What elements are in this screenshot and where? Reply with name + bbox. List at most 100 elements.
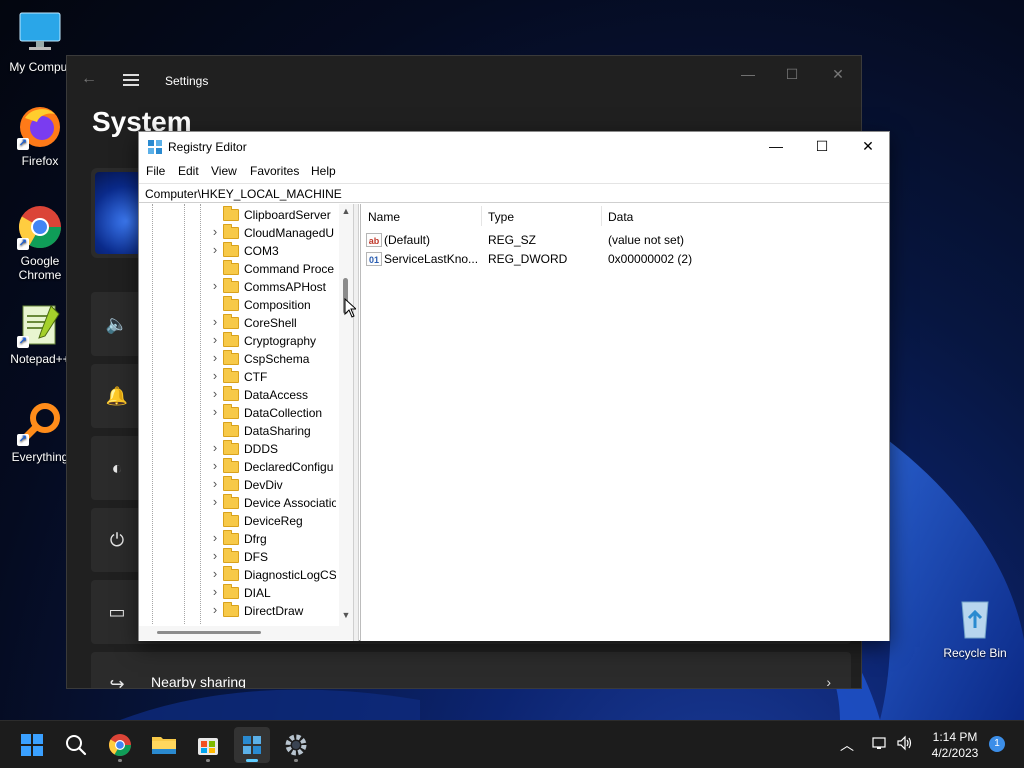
settings-titlebar[interactable]: ← Settings — ☐ ✕ (67, 56, 861, 104)
expand-chevron-icon[interactable]: › (210, 224, 220, 239)
maximize-icon[interactable]: ☐ (799, 132, 845, 161)
minimize-icon[interactable]: — (733, 66, 763, 82)
folder-icon (223, 350, 239, 365)
expand-chevron-icon[interactable]: › (210, 314, 220, 329)
tree-key-item[interactable]: › DDDS (139, 440, 339, 458)
tree-key-item[interactable]: › CoreShell (139, 314, 339, 332)
menu-help[interactable]: Help (311, 164, 336, 178)
settings-title: Settings (165, 74, 209, 88)
tree-key-item[interactable]: › CloudManagedU (139, 224, 339, 242)
tree-key-item[interactable]: › DiagnosticLogCS (139, 566, 339, 584)
expand-chevron-icon[interactable]: › (210, 278, 220, 293)
tree-key-item[interactable]: › DIAL (139, 584, 339, 602)
expand-chevron-icon[interactable]: › (210, 440, 220, 455)
taskbar-search-button[interactable] (58, 727, 94, 763)
tree-key-label: CommsAPHost (244, 280, 327, 294)
expand-chevron-icon[interactable]: › (210, 242, 220, 257)
hamburger-menu-icon[interactable] (123, 74, 139, 86)
notification-badge[interactable]: 1 (989, 736, 1005, 752)
network-icon[interactable] (872, 735, 888, 754)
tree-key-item[interactable]: › DFS (139, 548, 339, 566)
column-divider[interactable] (601, 206, 602, 226)
taskbar-store[interactable] (190, 727, 226, 763)
tree-key-item[interactable]: ClipboardServer (139, 206, 339, 224)
folder-icon (223, 458, 239, 473)
tree-key-label: DevDiv (244, 478, 283, 492)
folder-icon (223, 368, 239, 383)
search-icon (66, 735, 87, 756)
maximize-icon[interactable]: ☐ (777, 66, 807, 83)
expand-chevron-icon[interactable]: › (210, 404, 220, 419)
taskbar-regedit[interactable] (234, 727, 270, 763)
tree-key-item[interactable]: › CspSchema (139, 350, 339, 368)
running-indicator (294, 759, 298, 762)
tree-key-item[interactable]: Composition (139, 296, 339, 314)
menu-favorites[interactable]: Favorites (250, 164, 299, 178)
scroll-up-icon[interactable]: ▲ (339, 206, 353, 216)
close-icon[interactable]: ✕ (823, 66, 853, 83)
expand-chevron-icon[interactable]: › (210, 458, 220, 473)
expand-chevron-icon[interactable]: › (210, 584, 220, 599)
folder-icon (223, 242, 239, 257)
table-row[interactable]: ab (Default) REG_SZ (value not set) (361, 230, 890, 249)
start-button[interactable] (14, 727, 50, 763)
expand-chevron-icon[interactable]: › (210, 530, 220, 545)
registry-editor-window[interactable]: Registry Editor — ☐ ✕ File Edit View Fav… (138, 131, 890, 641)
table-row[interactable]: 01 ServiceLastKno... REG_DWORD 0x0000000… (361, 249, 890, 268)
tree-vertical-scrollbar[interactable]: ▲ ▼ (339, 204, 353, 626)
column-divider[interactable] (481, 206, 482, 226)
tree-key-item[interactable]: › DevDiv (139, 476, 339, 494)
tree-key-item[interactable]: › Cryptography (139, 332, 339, 350)
column-header-type[interactable]: Type (488, 210, 514, 224)
tree-key-item[interactable]: › Dfrg (139, 530, 339, 548)
bell-icon: 🔔 (105, 386, 129, 406)
folder-icon (223, 494, 239, 509)
tree-horizontal-scrollbar[interactable] (139, 626, 353, 640)
tree-key-item[interactable]: › CTF (139, 368, 339, 386)
scrollbar-thumb[interactable] (157, 631, 261, 634)
expand-chevron-icon[interactable]: › (210, 494, 220, 509)
minimize-icon[interactable]: — (753, 132, 799, 161)
pane-splitter[interactable] (354, 204, 359, 641)
expand-chevron-icon[interactable]: › (210, 476, 220, 491)
tree-key-item[interactable]: › DirectDraw (139, 602, 339, 620)
taskbar-clock[interactable]: 1:14 PM 4/2/2023 (920, 729, 990, 761)
values-list-pane[interactable]: Name Type Data ab (Default) REG_SZ (valu… (360, 204, 889, 641)
show-hidden-icons-chevron-up-icon[interactable]: ︿ (840, 735, 854, 755)
scroll-down-icon[interactable]: ▼ (339, 610, 353, 620)
key-tree-pane[interactable]: ClipboardServer › CloudManagedU › COM3 Comman… (139, 204, 354, 641)
address-bar[interactable]: Computer\HKEY_LOCAL_MACHINE (139, 183, 889, 203)
desktop-icon-recycle-bin[interactable]: Recycle Bin (935, 596, 1015, 660)
expand-chevron-icon[interactable]: › (210, 386, 220, 401)
column-header-name[interactable]: Name (368, 210, 400, 224)
tree-key-item[interactable]: › DataCollection (139, 404, 339, 422)
expand-chevron-icon[interactable]: › (210, 368, 220, 383)
tree-key-item[interactable]: › DataAccess (139, 386, 339, 404)
expand-chevron-icon[interactable]: › (210, 602, 220, 617)
taskbar-file-explorer[interactable] (146, 727, 182, 763)
close-icon[interactable]: ✕ (845, 132, 891, 161)
column-header-data[interactable]: Data (608, 210, 633, 224)
expand-chevron-icon[interactable]: › (210, 350, 220, 365)
menu-view[interactable]: View (211, 164, 237, 178)
tree-key-item[interactable]: › Device Associatio (139, 494, 339, 512)
menu-file[interactable]: File (146, 164, 165, 178)
tree-key-item[interactable]: DataSharing (139, 422, 339, 440)
volume-icon[interactable] (896, 735, 914, 754)
tree-key-item[interactable]: › COM3 (139, 242, 339, 260)
tree-key-item[interactable]: › CommsAPHost (139, 278, 339, 296)
settings-row-nearby-sharing[interactable]: ↪ Nearby sharing › (91, 652, 851, 689)
tree-key-item[interactable]: › DeclaredConfigu (139, 458, 339, 476)
expand-chevron-icon[interactable]: › (210, 548, 220, 563)
expand-chevron-icon[interactable]: › (210, 332, 220, 347)
menu-edit[interactable]: Edit (178, 164, 199, 178)
regedit-titlebar[interactable]: Registry Editor — ☐ ✕ (139, 132, 889, 161)
back-arrow-icon[interactable]: ← (81, 70, 97, 88)
tree-key-item[interactable]: DeviceReg (139, 512, 339, 530)
expand-chevron-icon[interactable]: › (210, 566, 220, 581)
tree-key-label: DeclaredConfigu (244, 460, 334, 474)
tree-key-item[interactable]: Command Proce (139, 260, 339, 278)
taskbar-settings[interactable] (278, 727, 314, 763)
taskbar-chrome[interactable] (102, 727, 138, 763)
settings-row-label: Nearby sharing (151, 674, 246, 689)
